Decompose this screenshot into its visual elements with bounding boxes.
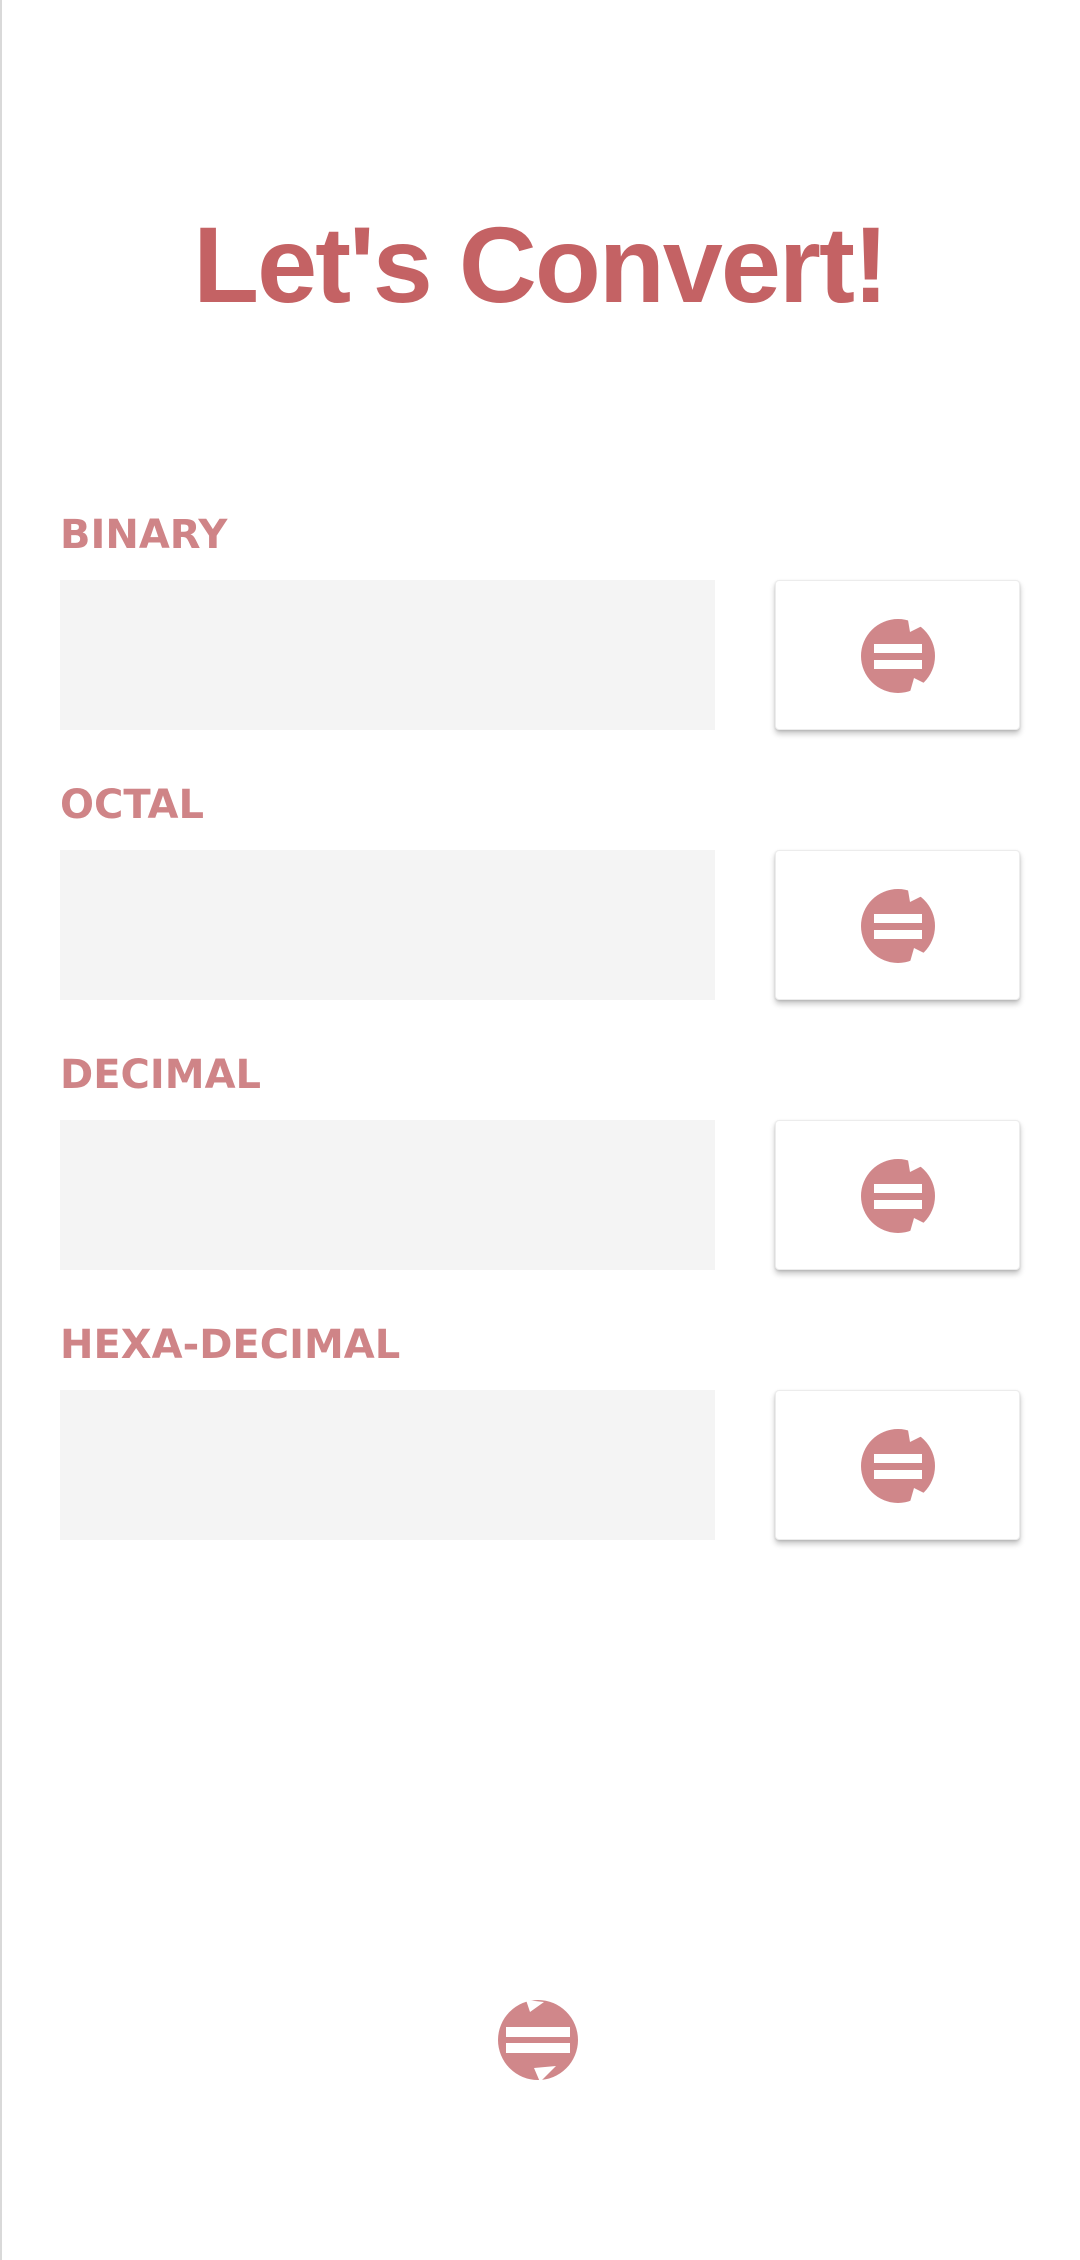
convert-binary-button[interactable] [775,580,1020,730]
convert-octal-button[interactable] [775,850,1020,1000]
convert-decimal-button[interactable] [775,1120,1020,1270]
binary-input[interactable] [60,580,715,730]
window-left-edge [0,0,2,2260]
binary-label: BINARY [60,512,228,558]
convert-swap-icon [861,619,935,693]
convert-hexadecimal-button[interactable] [775,1390,1020,1540]
hexadecimal-label: HEXA-DECIMAL [60,1322,401,1368]
decimal-label: DECIMAL [60,1052,262,1098]
convert-all-button[interactable] [496,1998,580,2082]
convert-swap-icon [498,2000,578,2082]
convert-swap-icon [861,1159,935,1233]
convert-swap-icon [861,889,935,963]
page-title: Let's Convert! [193,204,889,325]
convert-swap-icon [861,1429,935,1503]
hexadecimal-input[interactable] [60,1390,715,1540]
octal-label: OCTAL [60,782,204,828]
decimal-input[interactable] [60,1120,715,1270]
octal-input[interactable] [60,850,715,1000]
